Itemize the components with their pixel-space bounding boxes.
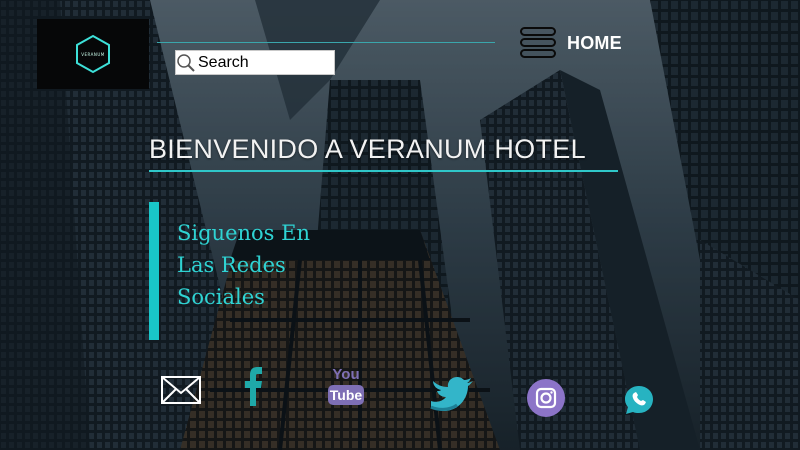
logo-text: VERANUM (81, 52, 105, 57)
follow-us-text: Siguenos En Las Redes Sociales (177, 217, 377, 313)
search-icon (177, 53, 195, 72)
follow-line-3: Sociales (177, 285, 265, 309)
hero-title: BIENVENIDO A VERANUM HOTEL (149, 134, 586, 164)
nav-home-link[interactable]: HOME (567, 33, 622, 54)
facebook-icon[interactable] (242, 366, 264, 406)
email-icon[interactable] (160, 374, 202, 406)
header-divider (157, 42, 495, 43)
accent-bar (149, 202, 159, 340)
follow-line-2: Las Redes (177, 253, 286, 277)
youtube-icon-top: You (332, 366, 360, 383)
search-box[interactable] (175, 50, 335, 75)
search-input[interactable] (196, 51, 328, 74)
youtube-icon[interactable]: You Tube (328, 366, 364, 408)
instagram-icon[interactable] (526, 378, 566, 418)
hotel-logo[interactable]: VERANUM (37, 19, 149, 89)
whatsapp-icon[interactable] (623, 384, 655, 416)
follow-line-1: Siguenos En (177, 221, 310, 245)
youtube-icon-bottom: Tube (328, 385, 364, 405)
hamburger-menu-icon[interactable] (520, 27, 556, 58)
title-underline (149, 170, 618, 172)
twitter-bird-icon[interactable] (429, 377, 475, 413)
